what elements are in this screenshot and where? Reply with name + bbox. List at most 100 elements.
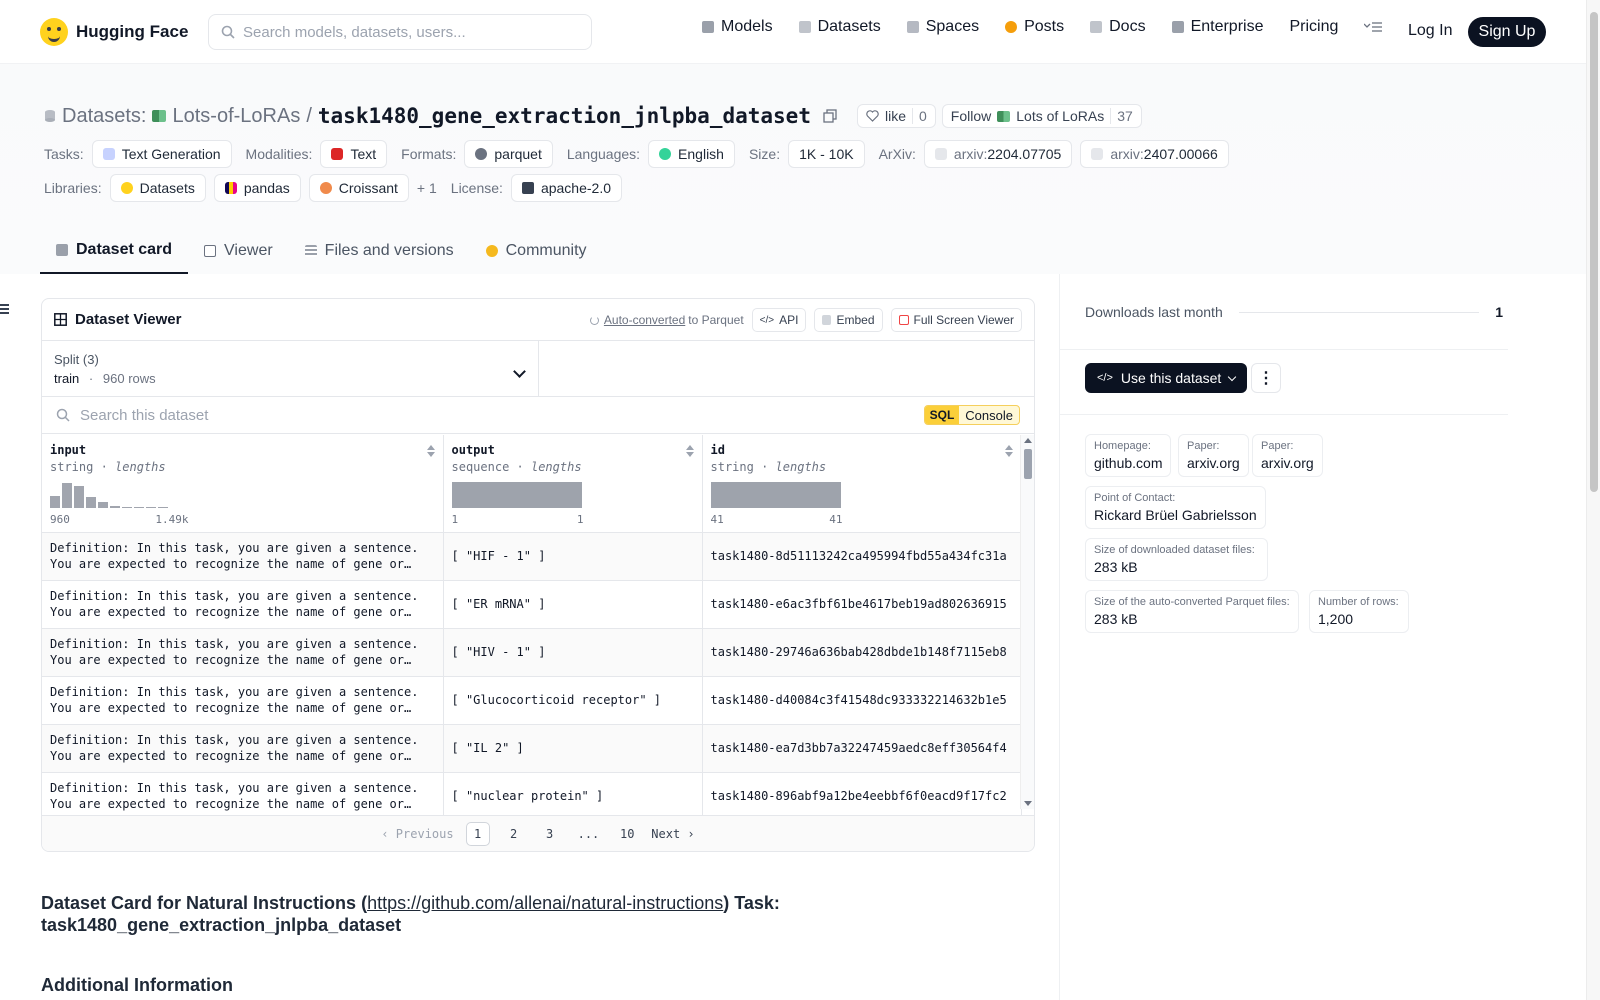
site-search[interactable]	[208, 14, 592, 50]
next-page-button[interactable]: Next ›	[651, 827, 694, 841]
nav-models[interactable]: Models	[702, 18, 773, 36]
login-link[interactable]: Log In	[1408, 22, 1452, 40]
cell-id[interactable]: task1480-ea7d3bb7a32247459aedc8eff30564f…	[702, 724, 1022, 773]
scroll-thumb[interactable]	[1024, 449, 1032, 479]
dataset-search-input[interactable]	[80, 406, 680, 424]
tab-viewer[interactable]: Viewer	[188, 228, 289, 274]
split-select[interactable]: Split (3) train · 960 rows	[42, 341, 539, 397]
tag-task[interactable]: Text Generation	[91, 140, 232, 168]
signup-button[interactable]: Sign Up	[1468, 17, 1546, 47]
table-row[interactable]: Definition: In this task, you are given …	[42, 532, 1022, 581]
tag-license[interactable]: apache-2.0	[510, 174, 622, 202]
tab-files-and-versions[interactable]: Files and versions	[289, 228, 470, 274]
scroll-up-icon[interactable]	[1024, 438, 1032, 443]
histogram-bar[interactable]	[146, 507, 156, 508]
column-header-output[interactable]: output sequence · lengths 11	[443, 435, 703, 533]
cell-input[interactable]: Definition: In this task, you are given …	[42, 580, 444, 629]
table-row[interactable]: Definition: In this task, you are given …	[42, 724, 1022, 773]
table-row[interactable]: Definition: In this task, you are given …	[42, 676, 1022, 725]
full-screen-viewer-button[interactable]: Full Screen Viewer	[890, 308, 1022, 332]
cell-input[interactable]: Definition: In this task, you are given …	[42, 724, 444, 773]
nav-posts[interactable]: Posts	[1005, 18, 1064, 36]
page-10-button[interactable]: 10	[615, 822, 639, 846]
embed-button[interactable]: Embed	[814, 308, 883, 332]
cell-id[interactable]: task1480-d40084c3f41548dc933332214632b1e…	[702, 676, 1022, 725]
histogram-bar[interactable]	[86, 497, 96, 508]
histogram-bar[interactable]	[158, 507, 168, 508]
histogram-bar[interactable]	[134, 507, 144, 508]
meta-paper-2[interactable]: Paper: arxiv.org	[1252, 434, 1323, 477]
brand-logo[interactable]: Hugging Face	[40, 18, 188, 46]
nav-spaces[interactable]: Spaces	[906, 18, 979, 36]
column-header-input[interactable]: input string · lengths 960 1.49k	[42, 435, 444, 533]
tag-modality[interactable]: Text	[320, 140, 388, 168]
nav-pricing[interactable]: Pricing	[1289, 18, 1338, 36]
column-header-id[interactable]: id string · lengths 41 41	[702, 435, 1022, 533]
more-libraries[interactable]: + 1	[417, 180, 437, 196]
cell-output[interactable]: [ "Glucocorticoid receptor" ]	[443, 676, 703, 725]
copy-icon[interactable]	[823, 109, 837, 123]
page-scrollbar[interactable]	[1586, 0, 1600, 1000]
tag-format[interactable]: parquet	[464, 140, 553, 168]
nav-more-menu[interactable]	[1364, 21, 1383, 33]
natural-instructions-link[interactable]: https://github.com/allenai/natural-instr…	[367, 893, 723, 913]
nav-enterprise[interactable]: Enterprise	[1171, 18, 1263, 36]
tag-size[interactable]: 1K - 10K	[788, 140, 865, 168]
api-button[interactable]: </> API	[751, 308, 807, 332]
cell-output[interactable]: [ "HIV - 1" ]	[443, 628, 703, 677]
histogram-bar[interactable]	[50, 496, 60, 508]
tag-arxiv-1[interactable]: arxiv: 2204.07705	[923, 140, 1073, 168]
auto-converted-link[interactable]: Auto-converted	[604, 313, 685, 327]
table-row[interactable]: Definition: In this task, you are given …	[42, 580, 1022, 629]
histogram-bar[interactable]	[110, 506, 120, 508]
cell-output[interactable]: [ "HIF - 1" ]	[443, 532, 703, 581]
search-input[interactable]	[243, 23, 573, 41]
like-button[interactable]: like 0	[856, 104, 936, 128]
more-options-button[interactable]: ⋮	[1251, 363, 1281, 393]
page-scroll-thumb[interactable]	[1590, 12, 1598, 492]
use-dataset-button[interactable]: </> Use this dataset	[1085, 363, 1248, 393]
cell-id[interactable]: task1480-29746a636bab428dbde1b148f7115eb…	[702, 628, 1022, 677]
breadcrumb-owner[interactable]: Lots-of-LoRAs	[172, 105, 300, 128]
tag-lib-datasets[interactable]: Datasets	[109, 174, 206, 202]
breadcrumb-section[interactable]: Datasets:	[62, 105, 146, 128]
table-scrollbar[interactable]	[1020, 435, 1034, 809]
histogram-bar[interactable]	[122, 507, 132, 508]
cell-id[interactable]: task1480-e6ac3fbf61be4617beb19ad80263691…	[702, 580, 1022, 629]
cell-input[interactable]: Definition: In this task, you are given …	[42, 772, 444, 821]
cell-output[interactable]: [ "nuclear protein" ]	[443, 772, 703, 821]
cell-output[interactable]: [ "ER mRNA" ]	[443, 580, 703, 629]
toc-toggle-icon[interactable]	[0, 304, 10, 316]
meta-homepage[interactable]: Homepage: github.com	[1085, 434, 1172, 477]
meta-paper-1[interactable]: Paper: arxiv.org	[1178, 434, 1249, 477]
nav-docs[interactable]: Docs	[1090, 18, 1146, 36]
meta-point-of-contact[interactable]: Point of Contact: Rickard Brüel Gabrielss…	[1085, 486, 1266, 529]
cell-output[interactable]: [ "IL 2" ]	[443, 724, 703, 773]
tag-lib-croissant[interactable]: Croissant	[308, 174, 409, 202]
cell-input[interactable]: Definition: In this task, you are given …	[42, 628, 444, 677]
cell-id[interactable]: task1480-8d51113242ca495994fbd55a434fc31…	[702, 532, 1022, 581]
tag-lib-pandas[interactable]: pandas	[213, 174, 301, 202]
histogram-bar[interactable]	[98, 502, 108, 508]
histogram-bar[interactable]	[710, 482, 841, 508]
table-row[interactable]: Definition: In this task, you are given …	[42, 628, 1022, 677]
scroll-down-icon[interactable]	[1024, 801, 1032, 806]
cell-input[interactable]: Definition: In this task, you are given …	[42, 676, 444, 725]
tag-language[interactable]: English	[648, 140, 735, 168]
tab-community[interactable]: Community	[470, 228, 603, 274]
page-2-button[interactable]: 2	[502, 822, 526, 846]
previous-page-button[interactable]: ‹ Previous	[381, 827, 453, 841]
tag-arxiv-2[interactable]: arxiv: 2407.00066	[1080, 140, 1229, 168]
nav-datasets[interactable]: Datasets	[798, 18, 881, 36]
follow-button[interactable]: Follow Lots of LoRAs 37	[941, 104, 1142, 128]
table-row[interactable]: Definition: In this task, you are given …	[42, 772, 1022, 821]
page-3-button[interactable]: 3	[538, 822, 562, 846]
histogram-bar[interactable]	[451, 482, 582, 508]
histogram-bar[interactable]	[62, 483, 72, 508]
cell-input[interactable]: Definition: In this task, you are given …	[42, 532, 444, 581]
cell-id[interactable]: task1480-896abf9a12be4eebbf6f0eacd9f17fc…	[702, 772, 1022, 821]
page-1-button[interactable]: 1	[465, 821, 490, 846]
histogram-bar[interactable]	[74, 486, 84, 508]
tab-dataset-card[interactable]: Dataset card	[40, 228, 189, 274]
sql-console-button[interactable]: SQL Console	[923, 405, 1020, 425]
